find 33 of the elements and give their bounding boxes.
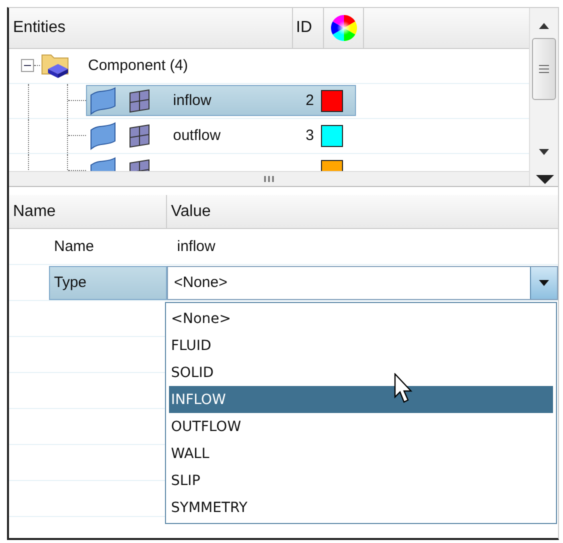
tree-item[interactable]: inflow 2 [86, 85, 356, 116]
entity-name: inflow [173, 92, 212, 110]
entity-id: 3 [304, 127, 314, 144]
tree-node-label[interactable]: Component (4) [88, 57, 188, 74]
type-dropdown[interactable]: <None> [167, 266, 558, 300]
column-header[interactable]: Entities [9, 8, 293, 48]
collapse-icon[interactable] [21, 59, 34, 72]
surface-icon [89, 86, 117, 116]
scroll-up-icon[interactable] [538, 22, 550, 30]
vertical-scrollbar[interactable] [529, 8, 558, 186]
property-name[interactable]: Type [49, 266, 167, 300]
scroll-thumb[interactable] [532, 38, 556, 100]
dropdown-option[interactable]: FLUID [169, 332, 553, 359]
column-header[interactable]: Value [167, 195, 215, 228]
scroll-down-icon[interactable] [538, 148, 550, 156]
dropdown-option[interactable]: SLIP [169, 467, 553, 494]
dropdown-arrow-icon[interactable] [534, 172, 556, 186]
column-header[interactable]: Name [9, 195, 167, 228]
property-value: inflow [177, 238, 216, 255]
column-header[interactable]: ID [293, 8, 324, 48]
dropdown-option[interactable]: SYMMETRY [169, 494, 553, 521]
tree-item[interactable]: outflow 3 [86, 120, 356, 152]
entity-name: outflow [173, 127, 222, 144]
dropdown-option[interactable]: OUTFLOW [169, 413, 553, 440]
dropdown-option[interactable]: <None> [169, 305, 553, 332]
caret-icon[interactable] [539, 280, 549, 286]
color-wheel-icon [328, 12, 358, 43]
property-name[interactable]: Name [49, 230, 167, 264]
dropdown-option[interactable]: INFLOW [169, 386, 553, 413]
surface-icon [89, 120, 117, 151]
entity-id: 2 [304, 92, 314, 110]
dropdown-option[interactable]: WALL [169, 440, 553, 467]
dropdown-option[interactable]: SOLID [169, 359, 553, 386]
